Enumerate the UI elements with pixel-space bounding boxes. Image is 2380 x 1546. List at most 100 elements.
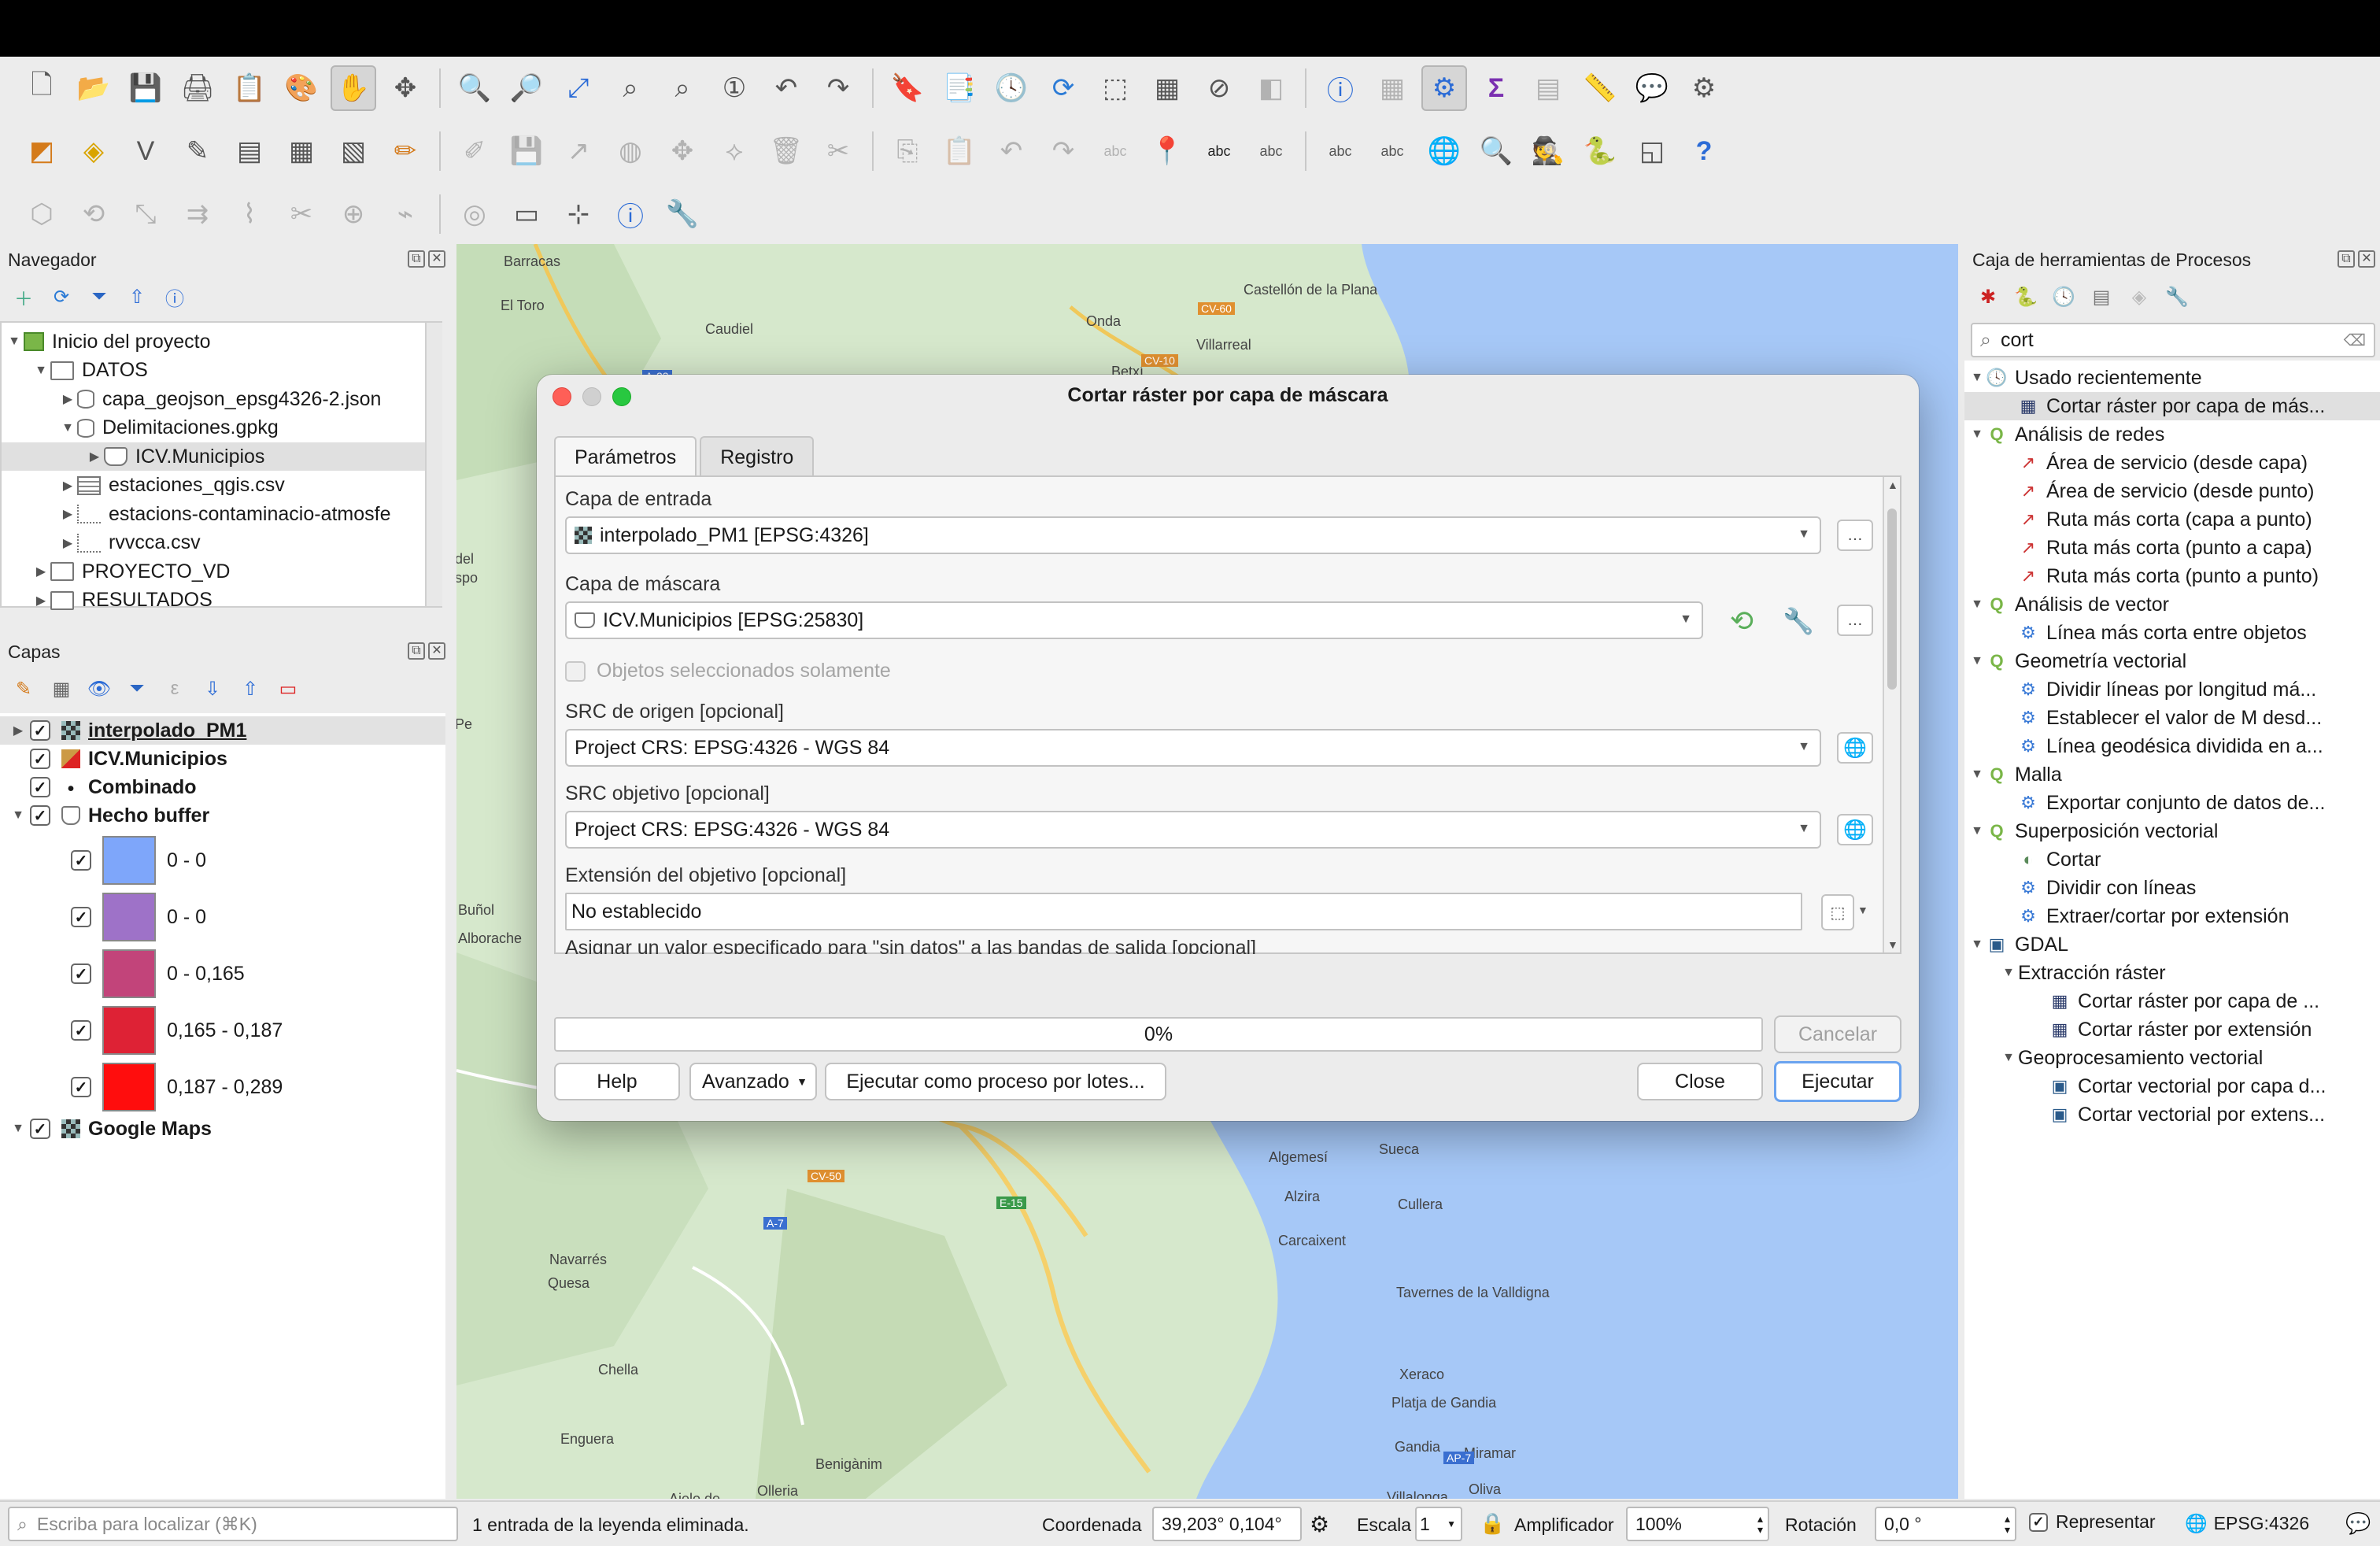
chevron-down-icon[interactable]: ▼ [5,335,24,349]
processing-gear-icon[interactable]: ⚙ [1421,65,1467,111]
toolbox-item[interactable]: ▼ Q Análisis de vector [1964,590,2380,619]
help-button[interactable]: Help [554,1063,680,1100]
locator-input[interactable]: ⌕ Escriba para localizar (⌘K) [8,1507,458,1541]
expression-filter-icon[interactable]: ε [159,673,190,705]
split-icon[interactable]: ✂ [279,191,324,237]
messages-icon[interactable]: 💬 [2345,1511,2371,1536]
toolbox-item[interactable]: ▼ Q Malla [1964,760,2380,789]
layer-visibility-checkbox[interactable]: ✓ [30,805,50,826]
fill-ring-icon[interactable]: ◎ [452,191,497,237]
models-icon[interactable]: ✱ [1972,281,2004,313]
label-highlight-icon[interactable]: abc [1196,128,1242,174]
new-project-icon[interactable]: 🗋 [19,65,65,111]
navigator-item[interactable]: ▼ Delimitaciones.gpkg [2,414,427,442]
legend-checkbox[interactable]: ✓ [71,907,91,927]
expand-all-icon[interactable]: ⇩ [197,673,228,705]
toolbox-item[interactable]: ◐ Cortar [1964,845,2380,874]
zoom-to-layer-icon[interactable]: ⌕ [660,65,705,111]
3d-view-icon[interactable]: ◱ [1629,128,1675,174]
toolbox-item[interactable]: ⚙ Dividir con líneas [1964,874,2380,902]
history-icon[interactable]: 🕓 [2048,281,2079,313]
add-selected-icon[interactable]: ＋ [8,281,39,313]
label-move-icon[interactable]: abc [1248,128,1294,174]
mask-layer-browse-button[interactable]: … [1837,605,1873,636]
crs-select-globe-icon[interactable]: 🌐 [1837,814,1873,845]
temporal-controller-icon[interactable]: 🕓 [989,65,1034,111]
delete-selected-icon[interactable]: 🗑 [763,128,809,174]
toolbox-item[interactable]: ▣ Cortar vectorial por extens... [1964,1100,2380,1129]
python-icon[interactable]: 🐍 [1577,128,1623,174]
text-box-icon[interactable]: ▭ [504,191,549,237]
chevron-right-icon[interactable]: ▶ [58,391,77,407]
show-bookmarks-icon[interactable]: 📑 [937,65,982,111]
chevron-right-icon[interactable]: ▶ [31,564,50,579]
new-shapefile-icon[interactable]: V [123,128,168,174]
zoom-full-icon[interactable]: ⤢ [556,65,601,111]
scripts-python-icon[interactable]: 🐍 [2010,281,2042,313]
layer-item[interactable]: ▼ ✓ Hecho buffer [0,801,445,830]
collapse-all-icon[interactable]: ⇧ [121,281,153,313]
tab-parametros[interactable]: Parámetros [554,436,697,477]
navigator-item[interactable]: ▶ capa_geojson_epsg4326-2.json [2,385,427,413]
digitize-line-icon[interactable]: ↗ [556,128,601,174]
undo-icon[interactable]: ↶ [989,128,1034,174]
clear-icon[interactable]: ⌫ [2344,331,2366,350]
extent-input[interactable]: No establecido [565,893,1802,930]
chevron-down-icon[interactable]: ▼ [6,1122,30,1136]
close-icon[interactable]: ✕ [428,642,445,660]
layer-visibility-checkbox[interactable]: ✓ [30,720,50,741]
toolbox-item[interactable]: ▼ Q Análisis de redes [1964,420,2380,449]
move-feature-icon[interactable]: ✥ [660,128,705,174]
layer-visibility-checkbox[interactable]: ✓ [30,1119,50,1139]
scroll-down-icon[interactable]: ▼ [1887,938,1898,951]
layer-item[interactable]: ✓ ICV.Municipios [0,745,445,773]
legend-item[interactable]: ✓ 0 - 0 [0,834,206,886]
measure-grid-icon[interactable]: ▦ [1369,65,1415,111]
crs-button[interactable]: 🌐 EPSG:4326 [2185,1513,2309,1534]
selected-only-checkbox[interactable] [565,660,586,682]
copy-icon[interactable]: ⎘ [885,128,930,174]
info-icon[interactable]: ⓘ [159,281,190,313]
layer-item[interactable]: ✓ • Combinado [0,773,445,801]
refresh-icon[interactable]: ⟳ [46,281,77,313]
paste-icon[interactable]: 📋 [937,128,982,174]
batch-process-button[interactable]: Ejecutar como proceso por lotes... [825,1063,1166,1100]
extent-select-icon[interactable]: ⬚ [1821,894,1854,930]
label-abc-icon[interactable]: abc [1092,128,1138,174]
navigator-item[interactable]: ▶ PROYECTO_VD [2,557,427,586]
float-icon[interactable]: ⧉ [408,642,425,660]
toolbox-item[interactable]: ▼ ▣ GDAL [1964,930,2380,959]
rotate-icon[interactable]: ⟲ [71,191,116,237]
iterate-icon[interactable]: ⟲ [1724,603,1760,639]
add-vector-icon[interactable]: ▤ [227,128,272,174]
style-manager-icon[interactable]: 🎨 [279,65,324,111]
crs-select-globe-icon[interactable]: 🌐 [1837,732,1873,764]
minimize-window-button[interactable] [582,387,601,406]
navigator-item[interactable]: ▶ ICV.Municipios [2,442,427,471]
chevron-right-icon[interactable]: ▶ [58,535,77,551]
redo-icon[interactable]: ↷ [1040,128,1086,174]
render-toggle[interactable]: ✓ Representar [2029,1511,2156,1533]
legend-item[interactable]: ✓ 0 - 0,165 [0,948,245,1000]
identify-icon[interactable]: ⓘ [1318,65,1363,111]
reshape-icon[interactable]: ⌇ [227,191,272,237]
plugin-spy-icon[interactable]: 🕵 [1525,128,1571,174]
offset-icon[interactable]: ⇉ [175,191,220,237]
toolbox-item[interactable]: ▦ Cortar ráster por capa de más... [1964,392,2380,420]
stepper-icon[interactable]: ▴ ▾ [2005,1513,2010,1535]
layer-visibility-checkbox[interactable]: ✓ [30,777,50,797]
add-group-icon[interactable]: ▦ [46,673,77,705]
stepper-icon[interactable]: ▴ ▾ [1757,1513,1763,1535]
chevron-down-icon[interactable]: ▼ [1968,824,1986,838]
toolbox-item[interactable]: ⚙ Establecer el valor de M desd... [1964,704,2380,732]
new-temp-scratch-icon[interactable]: ✎ [175,128,220,174]
vertex-tool-icon[interactable]: ⟡ [711,128,757,174]
filter-icon[interactable]: ⏷ [83,281,115,313]
toolbox-item[interactable]: ⚙ Línea más corta entre objetos [1964,619,2380,647]
merge-icon[interactable]: ⊕ [331,191,376,237]
chevron-down-icon[interactable]: ▼ [31,364,50,378]
chevron-down-icon[interactable]: ▼ [1968,371,1986,385]
scale-icon[interactable]: ⤡ [123,191,168,237]
toolbox-item[interactable]: ⚙ Extraer/cortar por extensión [1964,902,2380,930]
chevron-down-icon[interactable]: ▼ [6,808,30,823]
